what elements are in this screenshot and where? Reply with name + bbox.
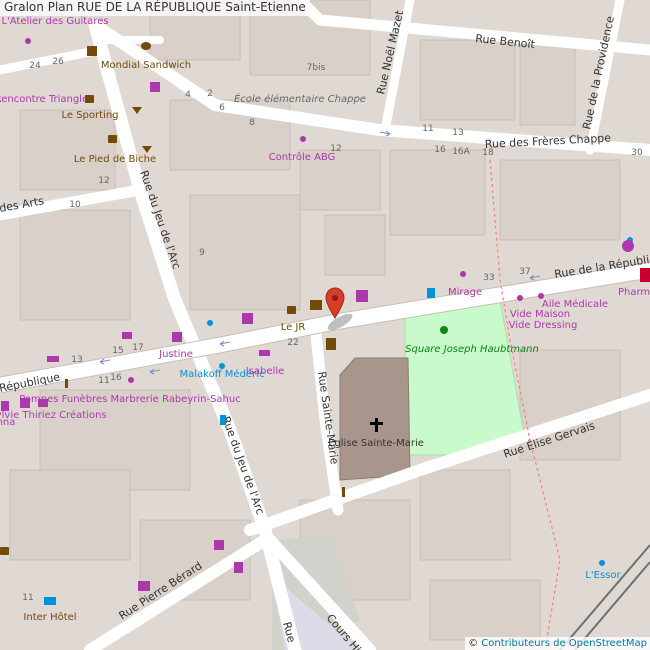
svg-text:11: 11 [22,593,33,603]
label-pied-biche: Le Pied de Biche [74,154,156,165]
label-square: Square Joseph Haubtmann [405,344,539,355]
svg-text:33: 33 [483,273,494,283]
label-essor: L'Essor [585,570,621,581]
fast-food-icon [141,42,151,50]
label-pharmacie: Pharm Laza [618,287,650,298]
label-nna: nna [0,417,15,428]
svg-text:24: 24 [29,61,41,71]
map-header: Gralon Plan RUE DE LA RÉPUBLIQUE Saint-E… [0,0,310,16]
osm-attribution-link[interactable]: Contributeurs de OpenStreetMap [481,638,647,649]
svg-text:12: 12 [330,144,341,154]
svg-text:2: 2 [207,89,213,99]
label-controle: Contrôle ABG [269,151,336,163]
label-guitares: L'Atelier des Guitares [1,16,108,27]
park-icon [440,326,448,334]
wheelchair-icon [622,240,634,252]
label-ecole: École élémentaire Chappe [234,92,366,105]
svg-text:8: 8 [249,118,255,128]
svg-text:11: 11 [98,376,109,386]
svg-text:13: 13 [71,355,82,365]
svg-text:15: 15 [112,346,123,356]
label-justine: Justine [158,349,193,360]
label-sylvie: Sylvie Thiriez Créations [0,409,107,421]
label-le-jr: Le JR [281,322,306,333]
svg-text:22: 22 [287,338,298,348]
map-canvas[interactable]: Rue de la République République Rue Beno… [0,0,650,650]
svg-text:7bis: 7bis [307,63,326,73]
svg-text:4: 4 [185,90,191,100]
label-espace: Espace Rencontre Triangle [0,94,88,105]
label-vide-dressing: Vide Dressing [509,320,578,331]
header-prefix: Gralon [4,0,44,14]
label-inter: Inter Hôtel [23,611,76,623]
svg-text:12: 12 [98,176,109,186]
hotel-icon [44,597,56,605]
pharmacy-icon [640,268,650,282]
header-city: Saint-Etienne [225,0,306,14]
header-title: Plan RUE DE LA RÉPUBLIQUE [47,0,222,14]
svg-text:37: 37 [519,267,530,277]
label-eglise: Église Sainte-Marie [328,436,424,449]
svg-text:16: 16 [434,145,446,155]
attribution: © Contributeurs de OpenStreetMap [465,637,650,650]
svg-text:9: 9 [199,248,205,258]
label-sporting: Le Sporting [61,110,118,121]
label-isabelle: Isabelle [246,366,285,377]
svg-text:26: 26 [52,57,64,67]
svg-text:13: 13 [452,128,463,138]
label-pompes: Pompes Funèbres Marbrerie Rabeyrin-Sahuc [19,393,240,405]
svg-text:30: 30 [631,148,643,158]
svg-text:10: 10 [69,200,81,210]
bicycle-icon [310,300,322,310]
svg-text:18: 18 [482,148,494,158]
svg-text:6: 6 [219,103,225,113]
label-vide-maison: Vide Maison [510,309,570,320]
svg-text:11: 11 [422,124,433,134]
svg-text:17: 17 [132,343,143,353]
label-mondial: Mondial Sandwich [101,60,191,71]
svg-text:16: 16 [110,373,122,383]
label-mirage: Mirage [448,287,482,298]
copyright-symbol: © [468,638,479,649]
svg-text:16A: 16A [452,147,470,157]
